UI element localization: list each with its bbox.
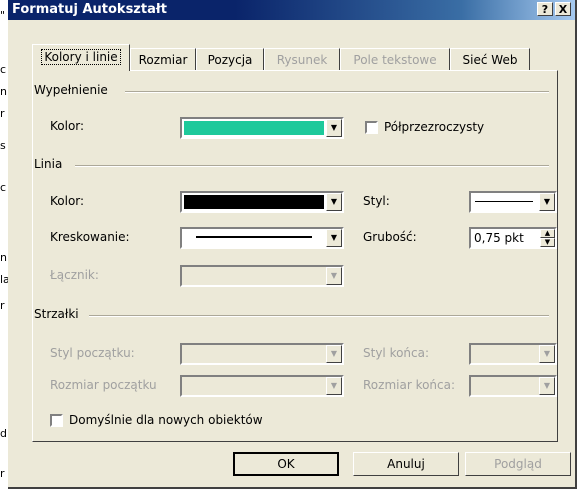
background-text: d [0, 427, 7, 440]
background-text: " [0, 9, 6, 22]
chevron-down-icon[interactable]: ▼ [326, 193, 342, 211]
fill-color-swatch [184, 121, 324, 135]
fill-color-label: Kolor: [50, 119, 85, 133]
tab-text-box[interactable]: Pole tekstowe [340, 48, 450, 70]
end-style-dropdown[interactable]: ▼ [469, 343, 557, 365]
tab-colors-and-lines[interactable]: Kolory i linie [32, 44, 130, 71]
line-group-divider [75, 165, 549, 167]
chevron-down-icon[interactable]: ▼ [326, 345, 342, 363]
line-group-label: Linia [34, 157, 63, 171]
ok-button[interactable]: OK [233, 452, 339, 476]
semitransparent-label: Półprzezroczysty [384, 120, 485, 134]
semitransparent-checkbox[interactable] [365, 121, 378, 134]
dialog-titlebar[interactable]: Formatuj Autokształt ? X [8, 0, 575, 20]
dash-label: Kreskowanie: [50, 230, 130, 244]
end-size-label: Rozmiar końca: [363, 378, 456, 392]
arrows-group-label: Strzałki [34, 307, 79, 321]
tab-web[interactable]: Sieć Web [450, 48, 530, 70]
line-style-dropdown[interactable]: ▼ [469, 191, 557, 213]
weight-spinner[interactable]: 0,75 pkt ▲ ▼ [469, 227, 557, 249]
chevron-down-icon[interactable]: ▼ [326, 377, 342, 395]
tab-panel-colors-and-lines: Wypełnienie Kolor: ▼ Półprzezroczysty Li… [32, 70, 558, 442]
line-style-preview [475, 201, 533, 202]
begin-style-dropdown[interactable]: ▼ [180, 343, 344, 365]
chevron-down-icon[interactable]: ▼ [539, 377, 555, 395]
tab-picture[interactable]: Rysunek [264, 48, 340, 70]
tab-label: Kolory i linie [41, 49, 121, 65]
chevron-down-icon[interactable]: ▼ [326, 267, 342, 285]
background-text: r [0, 299, 5, 312]
preview-button[interactable]: Podgląd [465, 452, 571, 476]
end-size-dropdown[interactable]: ▼ [469, 375, 557, 397]
fill-group-divider [125, 91, 549, 93]
background-text: s [0, 139, 6, 152]
fill-group-label: Wypełnienie [34, 83, 108, 97]
line-color-dropdown[interactable]: ▼ [180, 191, 344, 213]
background-text: r [0, 467, 5, 480]
begin-size-label: Rozmiar początku [50, 378, 157, 392]
chevron-down-icon[interactable]: ▼ [326, 229, 342, 247]
spin-down-icon[interactable]: ▼ [540, 238, 555, 247]
connector-dropdown[interactable]: ▼ [180, 265, 344, 287]
dialog-title: Formatuj Autokształt [12, 2, 167, 17]
close-button[interactable]: X [555, 2, 571, 16]
end-style-label: Styl końca: [363, 346, 430, 360]
arrows-group-divider [89, 315, 549, 317]
tab-position[interactable]: Pozycja [196, 48, 264, 70]
dash-preview [196, 236, 312, 238]
begin-style-label: Styl początku: [50, 346, 135, 360]
cancel-button[interactable]: Anuluj [353, 452, 459, 476]
help-button[interactable]: ? [537, 2, 553, 16]
default-for-new-objects-label: Domyślnie dla nowych obiektów [69, 413, 263, 427]
tab-size[interactable]: Rozmiar [130, 48, 196, 70]
line-color-swatch [184, 195, 324, 209]
fill-color-dropdown[interactable]: ▼ [180, 117, 344, 139]
connector-label: Łącznik: [50, 268, 99, 282]
dash-dropdown[interactable]: ▼ [180, 227, 344, 249]
default-for-new-objects-checkbox[interactable] [50, 414, 63, 427]
format-autoshape-dialog: Formatuj Autokształt ? X Kolory i linie … [8, 0, 577, 489]
background-text: r [0, 107, 5, 120]
chevron-down-icon[interactable]: ▼ [539, 193, 555, 211]
background-text: n [0, 251, 7, 264]
spin-up-icon[interactable]: ▲ [540, 229, 555, 238]
background-text: c [0, 181, 7, 194]
begin-size-dropdown[interactable]: ▼ [180, 375, 344, 397]
line-color-label: Kolor: [50, 194, 85, 208]
weight-label: Grubość: [363, 230, 417, 244]
chevron-down-icon[interactable]: ▼ [539, 345, 555, 363]
background-text: n [0, 85, 7, 98]
background-text: c [0, 63, 7, 76]
line-style-label: Styl: [363, 194, 390, 208]
chevron-down-icon[interactable]: ▼ [326, 119, 342, 137]
weight-value[interactable]: 0,75 pkt [474, 231, 524, 245]
